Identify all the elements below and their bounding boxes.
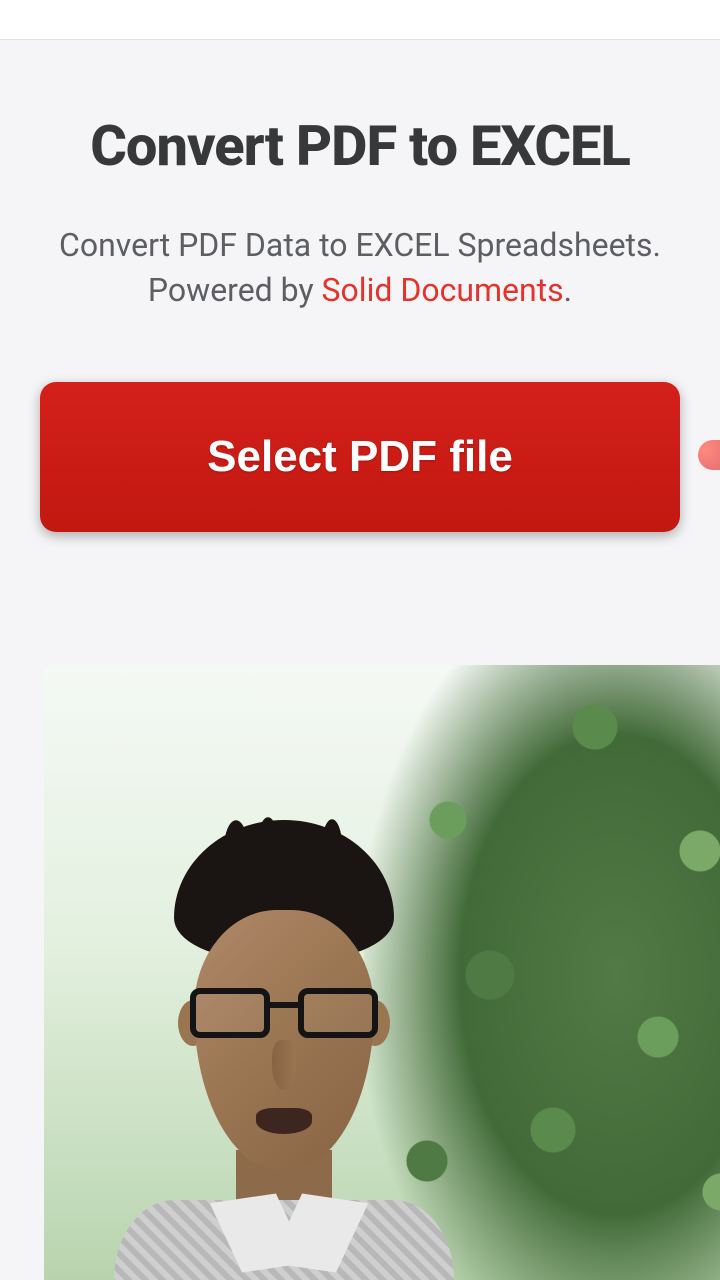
video-background xyxy=(44,665,720,1280)
page-title: Convert PDF to EXCEL xyxy=(30,110,690,183)
top-navigation-bar xyxy=(0,0,720,40)
select-pdf-button[interactable]: Select PDF file xyxy=(40,382,680,532)
main-content: Convert PDF to EXCEL Convert PDF Data to… xyxy=(0,40,720,532)
solid-documents-link[interactable]: Solid Documents xyxy=(322,271,564,309)
video-overlay xyxy=(44,665,720,1280)
floating-action-indicator[interactable] xyxy=(698,440,720,470)
powered-suffix: . xyxy=(564,271,572,309)
person-figure xyxy=(104,760,464,1280)
powered-prefix: Powered by xyxy=(148,271,322,309)
powered-by-text: Powered by Solid Documents. xyxy=(30,268,690,313)
page-subtitle: Convert PDF Data to EXCEL Spreadsheets. xyxy=(30,223,690,268)
